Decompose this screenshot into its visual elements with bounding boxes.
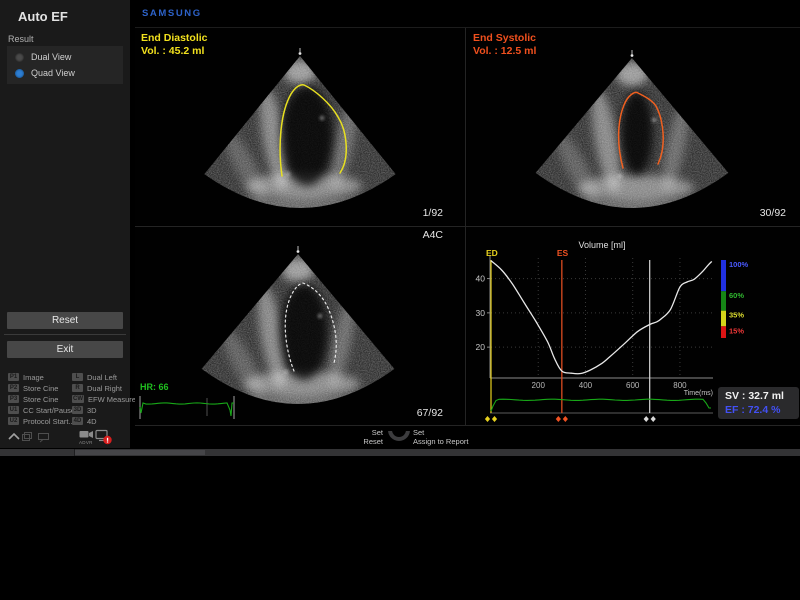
softkey-p2: P2 Store Cine: [8, 383, 58, 393]
auto-ef-screen: Auto EF Result Dual View Quad View Reset…: [0, 0, 800, 600]
scrollbar-thumb[interactable]: [75, 450, 205, 455]
ejection-fraction-value: EF : 72.4 %: [725, 403, 799, 417]
reset-button[interactable]: Reset: [7, 312, 123, 329]
svg-text:40: 40: [476, 274, 486, 284]
a4c-cine-panel: A4C HR: 66 67/92: [135, 227, 465, 425]
svg-text:Volume [ml]: Volume [ml]: [578, 240, 625, 250]
frame-counter: 30/92: [760, 207, 786, 219]
svg-text:100%: 100%: [729, 260, 749, 269]
scrollbar-track[interactable]: [0, 449, 800, 456]
svg-text:60%: 60%: [729, 291, 744, 300]
svg-text:35%: 35%: [729, 311, 744, 320]
chevron-up-icon[interactable]: [7, 430, 21, 444]
svg-text:20: 20: [476, 342, 486, 352]
duplicate-icon[interactable]: [20, 430, 34, 444]
panel-divider-top: [135, 27, 800, 28]
stroke-volume-value: SV : 32.7 ml: [725, 389, 799, 403]
advr-label: ADVR: [79, 440, 93, 445]
svg-text:600: 600: [626, 381, 640, 390]
panel-divider-bottom: [135, 425, 800, 426]
sidebar: Auto EF Result Dual View Quad View Reset…: [0, 0, 130, 448]
results-box: SV : 32.7 ml EF : 72.4 %: [718, 387, 799, 419]
softkey-r: R Dual Right: [72, 383, 122, 393]
softkey-p3: P3 Store Cine: [8, 394, 58, 404]
view-label-a4c: A4C: [423, 229, 443, 241]
view-mode-group: Dual View Quad View: [7, 46, 123, 84]
end-diastolic-panel: End Diastolic Vol. : 45.2 ml 1/92: [135, 28, 465, 225]
flag-icon[interactable]: [36, 430, 51, 444]
end-systolic-panel: End Systolic Vol. : 12.5 ml 30/92: [467, 28, 800, 225]
softkey-4d: 4D 4D: [72, 416, 97, 426]
frame-counter: 1/92: [423, 207, 443, 219]
trackball-icon: [388, 431, 410, 443]
softkey-p1: P1 Image: [8, 372, 44, 382]
panel-title-end-systolic: End Systolic Vol. : 12.5 ml: [473, 32, 536, 58]
frame-counter: 67/92: [417, 407, 443, 419]
svg-text:200: 200: [532, 381, 546, 390]
advr-recorder-icon[interactable]: [79, 429, 94, 439]
radio-icon: [15, 53, 24, 62]
exit-button[interactable]: Exit: [7, 341, 123, 358]
panel-title-end-diastolic: End Diastolic Vol. : 45.2 ml: [141, 32, 208, 58]
svg-text:ES: ES: [557, 248, 569, 258]
result-section-label: Result: [8, 34, 34, 44]
heart-rate-label: HR: 66: [140, 382, 169, 392]
svg-text:400: 400: [579, 381, 593, 390]
divider: [4, 334, 126, 335]
svg-text:15%: 15%: [729, 326, 744, 335]
svg-text:Time(ms): Time(ms): [684, 390, 713, 397]
softkey-u1: U1 CC Start/Pause: [8, 405, 75, 415]
softkey-u2: U2 Protocol Start...: [8, 416, 75, 426]
softkey-l: L Dual Left: [72, 372, 117, 382]
svg-text:30: 30: [476, 308, 486, 318]
softkey-3d: 3D 3D: [72, 405, 97, 415]
volume-chart-panel: 20 30 40 200 400 600 800Time(ms) Volume [ml] ED E…: [467, 227, 800, 425]
trackball-hint-reset: Set Reset: [363, 428, 383, 446]
ecg-trace: [135, 227, 465, 425]
panel-divider-horizontal: [135, 226, 800, 227]
trackball-hint-assign: Set Assign to Report: [413, 428, 468, 446]
radio-icon: [15, 69, 24, 78]
softkey-cw: CW EFW Measure: [72, 394, 136, 404]
samsung-logo: SAMSUNG: [142, 8, 202, 19]
radio-quad-view[interactable]: Quad View: [13, 65, 75, 81]
svg-text:ED: ED: [486, 248, 498, 258]
monitor-alert-icon[interactable]: [95, 429, 113, 447]
radio-dual-view[interactable]: Dual View: [13, 49, 71, 65]
svg-text:800: 800: [673, 381, 687, 390]
page-title: Auto EF: [18, 9, 68, 24]
